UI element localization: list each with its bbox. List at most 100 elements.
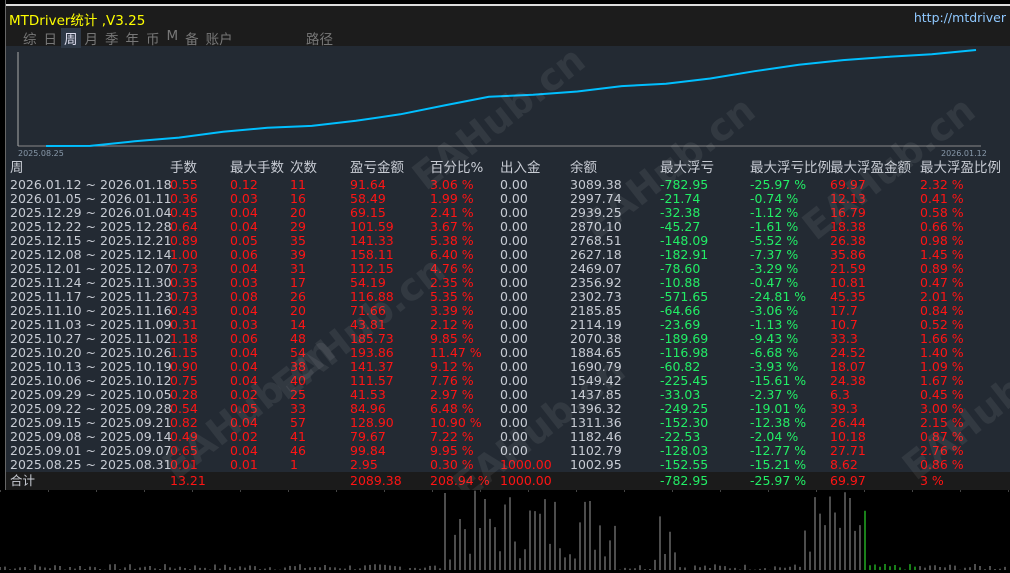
- cell-11: 0.87 %: [920, 429, 964, 444]
- tab-7[interactable]: M: [164, 28, 182, 48]
- cell-10: 10.81: [830, 275, 866, 290]
- cell-9: 最大浮亏比例: [750, 160, 831, 176]
- cell-10: 27.71: [830, 443, 866, 458]
- cell-5: 2.12 %: [430, 317, 474, 332]
- cell-4: 99.84: [350, 443, 386, 458]
- cell-7: 2114.19: [570, 317, 622, 332]
- cell-7: 3089.38: [570, 177, 622, 192]
- tab-1[interactable]: 日: [41, 28, 61, 48]
- table-row: 2025.11.24 ~ 2025.11.30 0.35 0.03 17 54.19 2.…: [6, 276, 1010, 290]
- cell-2: 0.05: [230, 233, 258, 248]
- cell-1: 0.01: [170, 457, 198, 472]
- cell-5: 6.40 %: [430, 247, 474, 262]
- tab-8[interactable]: 备: [182, 28, 202, 48]
- tab-9[interactable]: 账户: [203, 28, 236, 48]
- cell-7: 2469.07: [570, 261, 622, 276]
- cell-8: -21.74: [660, 191, 701, 206]
- cell-9: -12.38 %: [750, 415, 807, 430]
- tab-3[interactable]: 月: [82, 28, 102, 48]
- cell-9: -15.61 %: [750, 373, 807, 388]
- tab-6[interactable]: 币: [143, 28, 163, 48]
- cell-2: 0.04: [230, 345, 258, 360]
- tab-2[interactable]: 周: [61, 28, 81, 48]
- period-tabs: 综日周月季年币 M 备账户: [20, 28, 237, 48]
- cell-11: 1.66 %: [920, 331, 964, 346]
- cell-5: 3.06 %: [430, 177, 474, 192]
- table-row: 2025.10.27 ~ 2025.11.02 1.18 0.06 48 185.73 9…: [6, 332, 1010, 346]
- cell-11: 2.15 %: [920, 415, 964, 430]
- table-row: 2025.12.01 ~ 2025.12.07 0.73 0.04 31 112.15 4…: [6, 262, 1010, 276]
- cell-5: 11.47 %: [430, 345, 482, 360]
- tab-5[interactable]: 年: [123, 28, 143, 48]
- cell-10: 18.38: [830, 219, 866, 234]
- cell-11: 0.66 %: [920, 219, 964, 234]
- cell-3: 48: [290, 331, 306, 346]
- cell-4: 41.53: [350, 387, 386, 402]
- cell-6: 0.00: [500, 191, 528, 206]
- cell-3: 33: [290, 401, 306, 416]
- cell-5: 9.95 %: [430, 443, 474, 458]
- cell-2: 0.06: [230, 331, 258, 346]
- cell-7: 2768.51: [570, 233, 622, 248]
- tab-path[interactable]: 路径: [306, 28, 333, 48]
- cell-1: 0.49: [170, 429, 198, 444]
- cell-3: 35: [290, 233, 306, 248]
- cell-2: 0.04: [230, 205, 258, 220]
- cell-3: 39: [290, 247, 306, 262]
- cell-10: 18.07: [830, 359, 866, 374]
- cell-4: 2089.38: [350, 473, 402, 488]
- total-row: 合计 13.21 2089.38 208.94 % 1000.00 -782.95 -25.…: [6, 472, 1010, 490]
- cell-0: 2025.11.24 ~ 2025.11.30: [10, 275, 172, 290]
- cell-4: 84.96: [350, 401, 386, 416]
- cell-10: 26.44: [830, 415, 866, 430]
- cell-3: 31: [290, 261, 306, 276]
- cell-8: -45.27: [660, 219, 701, 234]
- cell-4: 111.57: [350, 373, 394, 388]
- cell-4: 43.81: [350, 317, 386, 332]
- cell-8: -64.66: [660, 303, 701, 318]
- cell-8: -148.09: [660, 233, 709, 248]
- table-row: 2025.09.08 ~ 2025.09.14 0.49 0.02 41 79.67 7.…: [6, 430, 1010, 444]
- cell-4: 盈亏金额: [350, 160, 404, 176]
- cell-7: 1002.95: [570, 457, 622, 472]
- tab-0[interactable]: 综: [20, 28, 40, 48]
- cell-2: 0.04: [230, 303, 258, 318]
- cell-6: 0.00: [500, 275, 528, 290]
- cell-8: 最大浮亏: [660, 160, 714, 176]
- cell-6: 0.00: [500, 247, 528, 262]
- cell-11: 1.67 %: [920, 373, 964, 388]
- cell-0: 2025.12.08 ~ 2025.12.14: [10, 247, 172, 262]
- cell-7: 1437.85: [570, 387, 622, 402]
- cell-5: 9.85 %: [430, 331, 474, 346]
- cell-3: 25: [290, 387, 306, 402]
- tab-4[interactable]: 季: [102, 28, 122, 48]
- cell-4: 193.86: [350, 345, 394, 360]
- cell-10: 26.38: [830, 233, 866, 248]
- chart-start-label: 2025.08.25: [18, 149, 64, 158]
- cell-2: 0.04: [230, 359, 258, 374]
- table-row: 2025.11.10 ~ 2025.11.16 0.43 0.04 20 71.66 3.…: [6, 304, 1010, 318]
- cell-9: -0.74 %: [750, 191, 799, 206]
- cell-10: 16.79: [830, 205, 866, 220]
- cell-5: 2.41 %: [430, 205, 474, 220]
- website-link[interactable]: http://mtdriver: [914, 10, 1006, 25]
- cell-9: -5.52 %: [750, 233, 799, 248]
- table-row: 2025.09.22 ~ 2025.09.28 0.54 0.05 33 84.96 6.…: [6, 402, 1010, 416]
- cell-5: 6.48 %: [430, 401, 474, 416]
- cell-2: 0.05: [230, 401, 258, 416]
- cell-1: 0.89: [170, 233, 198, 248]
- cell-4: 101.59: [350, 219, 394, 234]
- cell-3: 11: [290, 177, 306, 192]
- cell-0: 2025.11.17 ~ 2025.11.23: [10, 289, 172, 304]
- cell-1: 0.82: [170, 415, 198, 430]
- cell-7: 1690.79: [570, 359, 622, 374]
- cell-8: -10.88: [660, 275, 701, 290]
- cell-4: 141.37: [350, 359, 394, 374]
- cell-5: 2.97 %: [430, 387, 474, 402]
- cell-9: -25.97 %: [750, 473, 807, 488]
- table-row: 2025.08.25 ~ 2025.08.31 0.01 0.01 1 2.95 0.30…: [6, 458, 1010, 472]
- cell-9: -12.77 %: [750, 443, 807, 458]
- cell-3: 14: [290, 317, 306, 332]
- cell-6: 1000.00: [500, 457, 552, 472]
- cell-9: -1.61 %: [750, 219, 799, 234]
